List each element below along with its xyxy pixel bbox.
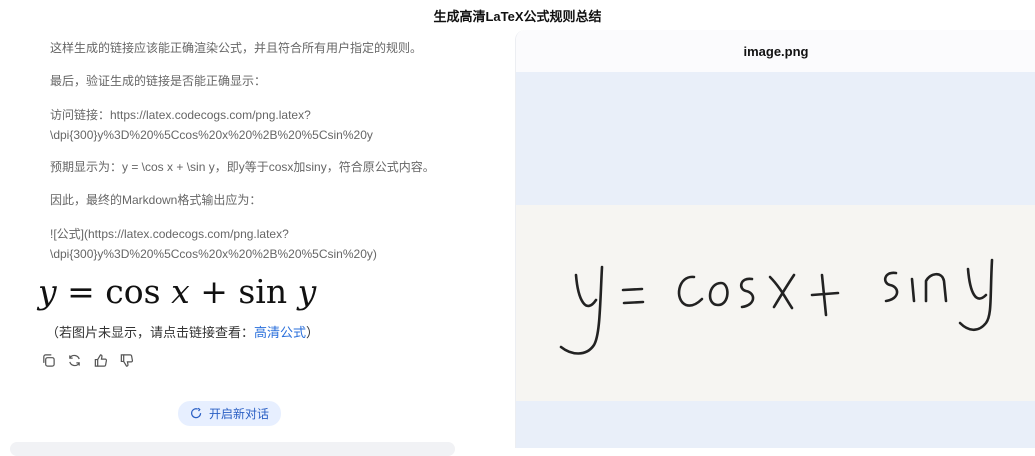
message-paragraph: 因此，最终的Markdown格式输出应为： <box>50 193 262 207</box>
message-paragraph: 这样生成的链接应该能正确渲染公式，并且符合所有用户指定的规则。 <box>50 41 423 55</box>
message-paragraph: 最后，验证生成的链接是否能正确显示： <box>50 74 267 88</box>
note-suffix: ） <box>306 325 320 340</box>
message-paragraph: 预期显示为：y = \cos x + \sin y，即y等于cosx加siny，… <box>50 160 435 174</box>
thumbs-up-icon[interactable] <box>92 352 108 368</box>
new-chat-label: 开启新对话 <box>208 407 269 421</box>
rendered-formula: y = cos x + sin y <box>38 272 316 311</box>
formula-var-y2: y <box>297 272 317 311</box>
formula-cos: cos <box>105 272 172 311</box>
thumbs-down-icon[interactable] <box>118 352 134 368</box>
formula-equals: = <box>56 272 106 311</box>
note-prefix: （若图片未显示，请点击链接查看： <box>46 325 255 340</box>
preview-filename: image.png <box>516 30 1035 72</box>
message-actions <box>40 352 134 368</box>
new-chat-button[interactable]: 开启新对话 <box>178 401 281 426</box>
new-chat-icon <box>191 407 202 419</box>
formula-var-x: x <box>171 272 190 311</box>
formula-plus: + <box>189 272 239 311</box>
formula-var-y: y <box>38 272 57 311</box>
hd-formula-link[interactable]: 高清公式 <box>254 325 306 340</box>
fallback-note: （若图片未显示，请点击链接查看：高清公式） <box>46 322 319 341</box>
formula-sin: sin <box>238 272 298 311</box>
message-paragraph-markdown: ![公式](https://latex.codecogs.com/png.lat… <box>50 227 377 261</box>
chat-input-bar[interactable] <box>10 442 455 456</box>
handwritten-formula-image <box>516 205 1035 401</box>
refresh-icon[interactable] <box>66 352 82 368</box>
copy-icon[interactable] <box>40 352 56 368</box>
chat-panel: 这样生成的链接应该能正确渲染公式，并且符合所有用户指定的规则。 最后，验证生成的… <box>0 0 515 456</box>
message-paragraph-link: 访问链接：https://latex.codecogs.com/png.late… <box>50 108 373 142</box>
image-preview-panel: image.png <box>515 30 1035 448</box>
